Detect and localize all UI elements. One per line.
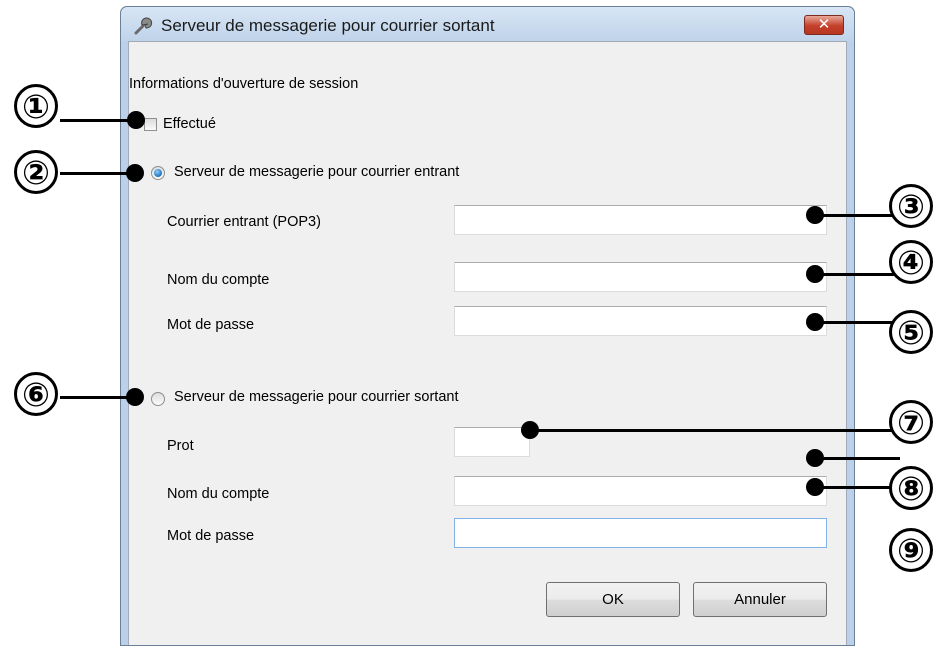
- callout-8: ⑧: [889, 466, 933, 510]
- callout-1: ①: [14, 84, 58, 128]
- incoming-account-label: Nom du compte: [167, 272, 270, 288]
- section-label: Informations d'ouverture de session: [129, 76, 359, 92]
- effectue-checkbox[interactable]: [144, 118, 157, 131]
- callout-line-8: [820, 486, 900, 489]
- outgoing-server-radio[interactable]: [151, 392, 165, 406]
- callout-3: ③: [889, 184, 933, 228]
- incoming-server-radio[interactable]: [151, 166, 165, 180]
- pop3-input[interactable]: [454, 205, 827, 235]
- wrench-icon: [134, 17, 153, 35]
- callout-dot-1: [127, 111, 145, 129]
- callout-line-1: [60, 119, 135, 122]
- callout-7: ⑦: [889, 400, 933, 444]
- callout-9: ⑨: [889, 528, 933, 572]
- close-icon: ✕: [817, 16, 831, 33]
- incoming-password-input[interactable]: [454, 306, 827, 336]
- ok-button[interactable]: OK: [546, 582, 680, 617]
- incoming-account-input[interactable]: [454, 262, 827, 292]
- callout-dot-3: [806, 206, 824, 224]
- callout-2: ②: [14, 150, 58, 194]
- callout-dot-7: [521, 421, 539, 439]
- callout-line-3: [820, 214, 900, 217]
- title-bar[interactable]: Serveur de messagerie pour courrier sort…: [121, 7, 854, 41]
- callout-dot-5: [806, 313, 824, 331]
- callout-6: ⑥: [14, 372, 58, 416]
- effectue-label: Effectué: [163, 116, 216, 132]
- dialog-content: Informations d'ouverture de session Effe…: [128, 41, 847, 645]
- callout-dot-8: [806, 478, 824, 496]
- window-title: Serveur de messagerie pour courrier sort…: [161, 16, 495, 35]
- callout-dot-4: [806, 265, 824, 283]
- callout-5: ⑤: [889, 310, 933, 354]
- close-button[interactable]: ✕: [804, 15, 844, 35]
- dialog-window: Serveur de messagerie pour courrier sort…: [120, 6, 855, 646]
- callout-dot-6: [126, 388, 144, 406]
- incoming-password-label: Mot de passe: [167, 317, 255, 333]
- outgoing-password-label: Mot de passe: [167, 528, 255, 544]
- port-label: Prot: [167, 438, 194, 454]
- callout-line-7: [534, 429, 894, 432]
- incoming-server-label: Serveur de messagerie pour courrier entr…: [174, 164, 460, 180]
- callout-dot-2: [126, 164, 144, 182]
- outgoing-server-label: Serveur de messagerie pour courrier sort…: [174, 389, 459, 405]
- callout-line-4: [820, 273, 900, 276]
- callout-4: ④: [889, 240, 933, 284]
- callout-line-5: [820, 321, 900, 324]
- callout-line-9: [820, 457, 900, 460]
- outgoing-password-input[interactable]: [454, 518, 827, 548]
- outgoing-account-input[interactable]: [454, 476, 827, 506]
- cancel-button[interactable]: Annuler: [693, 582, 827, 617]
- callout-dot-9: [806, 449, 824, 467]
- pop3-label: Courrier entrant (POP3): [167, 214, 321, 230]
- outgoing-account-label: Nom du compte: [167, 486, 270, 502]
- port-input[interactable]: [454, 427, 530, 457]
